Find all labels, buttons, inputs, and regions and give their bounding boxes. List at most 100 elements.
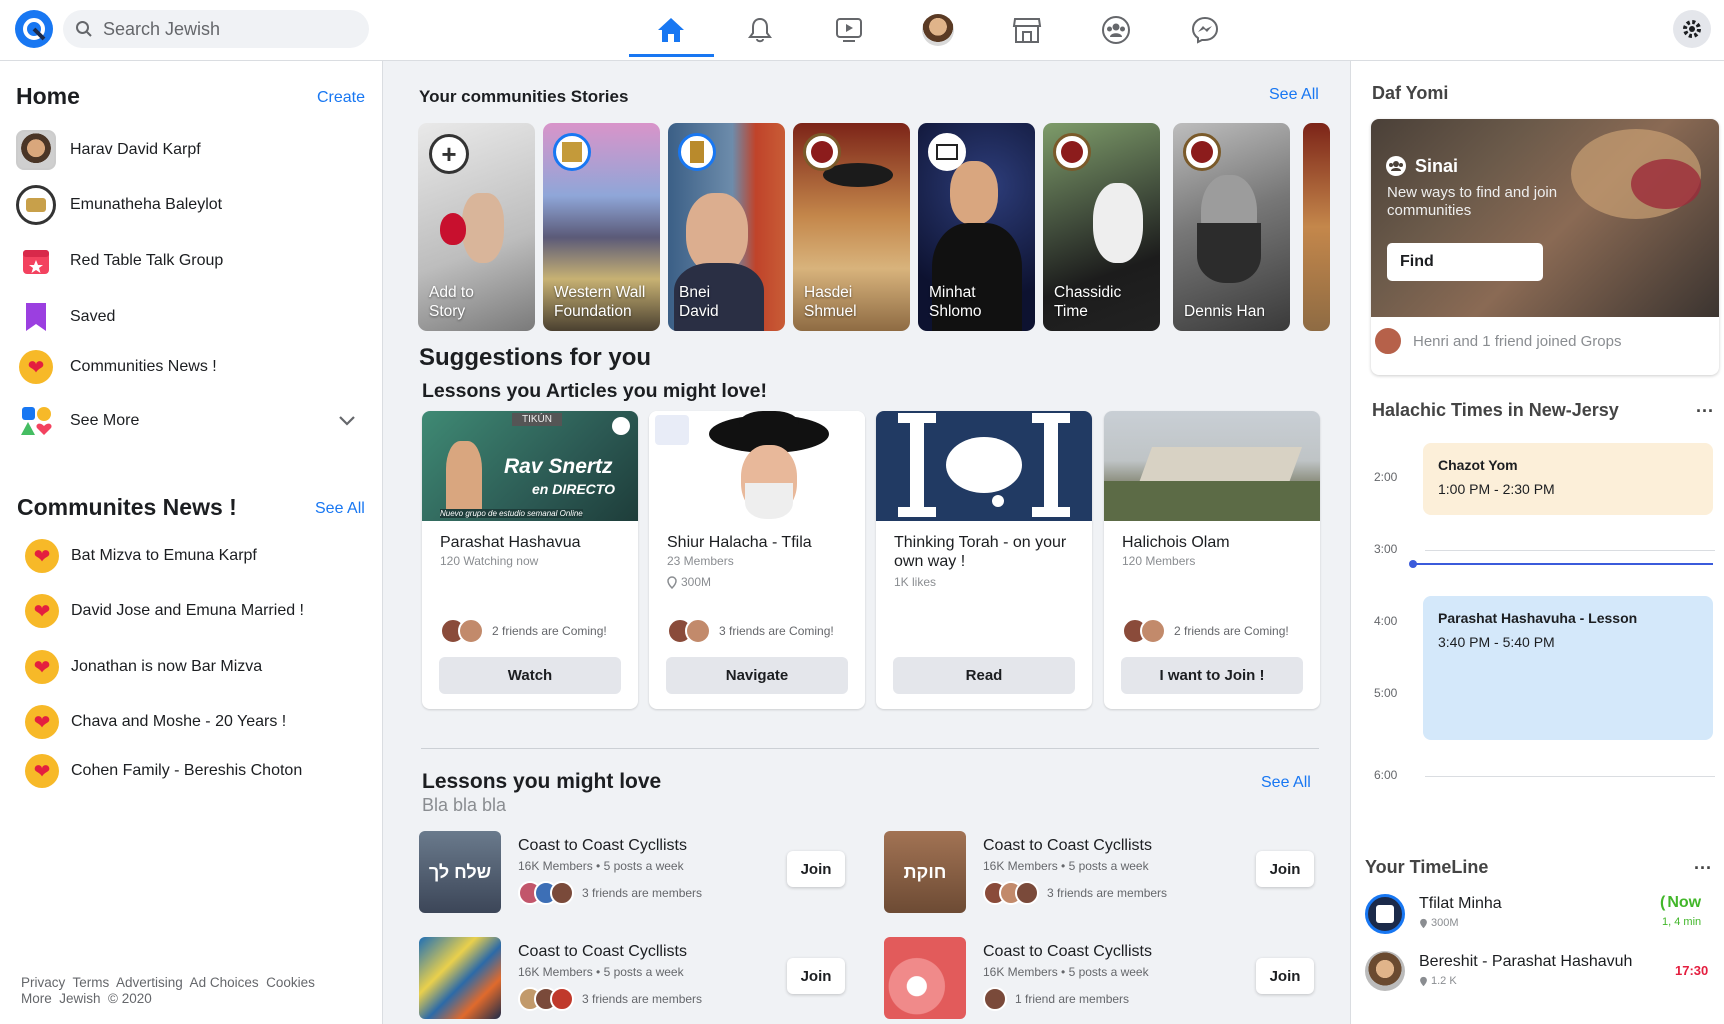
card-distance: 300M — [667, 575, 711, 589]
story-chassidic-time[interactable]: Chassidic Time — [1043, 123, 1160, 331]
sidebar-item-communities-news[interactable]: ❤ Communities News ! — [16, 345, 217, 389]
news-item-label: David Jose and Emuna Married ! — [71, 602, 304, 619]
event-title: Parashat Hashavuha - Lesson — [1438, 610, 1638, 626]
create-link[interactable]: Create — [317, 89, 365, 107]
home-icon — [658, 18, 684, 42]
nav-messenger[interactable] — [1163, 6, 1247, 54]
sidebar-item-emunatheha[interactable]: Emunatheha Baleylot — [16, 183, 222, 227]
navigate-button[interactable]: Navigate — [666, 657, 848, 694]
calendar-event[interactable]: Parashat Hashavuha - Lesson 3:40 PM - 5:… — [1423, 596, 1713, 740]
card-thumbnail — [1104, 411, 1320, 521]
news-item[interactable]: ❤ Jonathan is now Bar Mizva — [25, 647, 262, 687]
join-button[interactable]: Join — [787, 851, 845, 887]
join-button[interactable]: Join — [1256, 851, 1314, 887]
card-subtitle: 23 Members — [667, 554, 734, 568]
search-input[interactable]: Search Jewish — [63, 10, 369, 48]
join-button[interactable]: I want to Join ! — [1121, 657, 1303, 694]
join-button[interactable]: Join — [1256, 958, 1314, 994]
plus-icon[interactable]: + — [429, 134, 469, 174]
card-title: Halichois Olam — [1122, 534, 1230, 551]
calendar-event[interactable]: Chazot Yom 1:00 PM - 2:30 PM — [1423, 443, 1713, 515]
timeline-item[interactable]: Tfilat Minha 300M (Now 1, 4 min — [1365, 892, 1715, 938]
story-label: Dennis Han — [1184, 303, 1265, 320]
community-logo — [553, 133, 591, 171]
nav-active-indicator — [629, 54, 714, 57]
lesson-title: Coast to Coast Cycllists — [983, 837, 1152, 854]
sidebar-item-harav-david-karpf[interactable]: Harav David Karpf — [16, 128, 201, 172]
news-item[interactable]: ❤ Cohen Family - Bereshis Choton — [25, 751, 302, 791]
stories-see-all-link[interactable]: See All — [1269, 86, 1319, 104]
story-hasdei-shmuel[interactable]: Hasdei Shmuel — [793, 123, 910, 331]
read-button[interactable]: Read — [893, 657, 1075, 694]
story-partial[interactable] — [1303, 123, 1330, 331]
lesson-thumbnail — [419, 937, 501, 1019]
event-time: 3:40 PM - 5:40 PM — [1438, 634, 1555, 650]
nav-watch[interactable] — [807, 6, 891, 54]
chevron-down-icon[interactable] — [338, 415, 356, 427]
news-title: Communites News ! — [17, 494, 237, 520]
footer-links[interactable]: Privacy Terms Advertising Ad Choices Coo… — [21, 975, 315, 1007]
story-dennis-han[interactable]: Dennis Han — [1173, 123, 1290, 331]
footer-line-2[interactable]: More Jewish © 2020 — [21, 991, 315, 1007]
community-logo — [678, 133, 716, 171]
join-button[interactable]: Join — [787, 958, 845, 994]
more-options-icon[interactable]: ... — [1694, 853, 1712, 874]
location-pin-icon — [1420, 918, 1427, 928]
story-label: Minhat Shlomo — [929, 284, 982, 320]
live-icon: ( — [1660, 894, 1666, 911]
news-item-label: Chava and Moshe - 20 Years ! — [71, 713, 287, 730]
watch-button[interactable]: Watch — [439, 657, 621, 694]
more-options-icon[interactable]: ... — [1696, 396, 1714, 417]
nav-home[interactable] — [629, 6, 713, 54]
suggestion-card[interactable]: Halichois Olam 120 Members 2 friends are… — [1104, 411, 1320, 709]
nav-groups[interactable] — [1074, 6, 1158, 54]
community-logo — [16, 185, 56, 225]
sidebar-item-label: Communities News ! — [70, 358, 217, 375]
nav-notifications[interactable] — [718, 6, 802, 54]
promo-card: Sinai New ways to find and join communit… — [1371, 119, 1719, 375]
story-bnei-david[interactable]: Bnei David — [668, 123, 785, 331]
lesson-friends: 3 friends are members — [518, 881, 702, 905]
search-placeholder: Search Jewish — [103, 18, 221, 39]
story-minhat-shlomo[interactable]: Minhat Shlomo — [918, 123, 1035, 331]
lesson-title: Coast to Coast Cycllists — [518, 943, 687, 960]
suggestion-card[interactable]: TIKÚN Rav Snertz en DIRECTO Nuevo grupo … — [422, 411, 638, 709]
news-item[interactable]: ❤ Chava and Moshe - 20 Years ! — [25, 702, 286, 742]
story-label: Chassidic Time — [1054, 284, 1122, 320]
right-sidebar: Daf Yomi Sinai New ways to find and join… — [1350, 61, 1724, 1024]
suggestion-card[interactable]: Shiur Halacha - Tfila 23 Members 300M 3 … — [649, 411, 865, 709]
suggestion-card[interactable]: Thinking Torah - on your own way ! 1K li… — [876, 411, 1092, 709]
timeline-status: 17:30 — [1675, 963, 1709, 978]
story-add[interactable]: + Add to Story — [418, 123, 535, 331]
card-title: Parashat Hashavua — [440, 534, 581, 551]
news-item[interactable]: ❤ David Jose and Emuna Married ! — [25, 591, 304, 631]
messenger-icon — [1191, 16, 1219, 44]
nav-profile[interactable] — [896, 6, 980, 54]
event-time: 1:00 PM - 2:30 PM — [1438, 481, 1555, 497]
hour-label: 4:00 — [1374, 614, 1398, 628]
community-logo — [803, 133, 841, 171]
news-item[interactable]: ❤ Bat Mizva to Emuna Karpf — [25, 536, 257, 576]
sidebar-item-saved[interactable]: Saved — [16, 295, 115, 339]
lessons-see-all-link[interactable]: See All — [1261, 774, 1311, 792]
lesson-thumbnail: חוקת — [884, 831, 966, 913]
card-friends: 2 friends are Coming! — [1122, 618, 1289, 644]
find-button[interactable]: Find — [1387, 243, 1543, 281]
sidebar-item-red-table[interactable]: Red Table Talk Group — [16, 239, 223, 283]
news-see-all-link[interactable]: See All — [315, 500, 365, 518]
lesson-friends: 1 friend are members — [983, 987, 1129, 1011]
hour-label: 6:00 — [1374, 768, 1398, 782]
bell-icon — [748, 17, 772, 43]
footer-line-1[interactable]: Privacy Terms Advertising Ad Choices Coo… — [21, 975, 315, 991]
location-pin-icon — [1420, 976, 1427, 986]
lessons-title: Lessons you might love — [422, 770, 662, 793]
story-western-wall[interactable]: Western Wall Foundation — [543, 123, 660, 331]
nav-marketplace[interactable] — [985, 6, 1069, 54]
timeline-item[interactable]: Bereshit - Parashat Hashavuh 1.2 K 17:30 — [1365, 951, 1715, 997]
sidebar-item-see-more[interactable]: See More — [16, 399, 366, 443]
settings-button[interactable] — [1673, 10, 1711, 48]
promo-brand: Sinai — [1385, 155, 1458, 177]
app-logo[interactable] — [15, 10, 53, 48]
joined-notice: Henri and 1 friend joined Grops — [1373, 326, 1621, 356]
news-item-label: Cohen Family - Bereshis Choton — [71, 762, 303, 779]
